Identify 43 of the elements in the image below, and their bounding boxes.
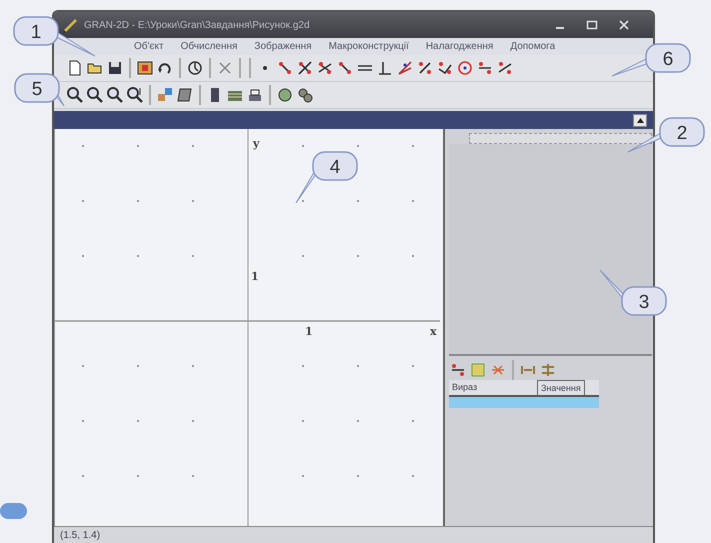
column-header[interactable]: Вираз (449, 380, 537, 395)
maximize-icon[interactable] (585, 18, 599, 32)
line-tool-icon[interactable] (449, 361, 467, 379)
zoom-page-icon[interactable] (126, 86, 144, 104)
callout: 6 (612, 43, 691, 76)
zoom-icon[interactable] (66, 86, 84, 104)
line-tool-icon[interactable] (416, 59, 434, 77)
line-tool-icon[interactable] (496, 59, 514, 77)
perpendicular-icon[interactable] (376, 59, 394, 77)
menu-item[interactable]: Допомога (510, 41, 556, 52)
callout: 5 (14, 73, 64, 106)
line-tool-icon[interactable] (316, 59, 334, 77)
line-tool-icon[interactable] (476, 59, 494, 77)
line-tool-icon[interactable] (276, 59, 294, 77)
caret-icon (636, 118, 644, 122)
window-title: GRAN-2D - E:\Уроки\Gran\Завдання\Рисунок.g2d (84, 20, 311, 30)
scroll-up-button[interactable] (633, 114, 647, 126)
tab-marker-icon (0, 502, 28, 520)
callout: 4 (296, 151, 358, 204)
close-icon[interactable] (617, 18, 631, 32)
menu-item[interactable]: Обчислення (180, 41, 238, 52)
menu-item[interactable]: Макроконструкції (328, 41, 409, 52)
callout: 3 (600, 270, 667, 316)
line-tool-icon[interactable] (436, 59, 454, 77)
axis-label: y (253, 137, 260, 150)
clock-icon[interactable] (186, 59, 204, 77)
axis-label: x (430, 325, 437, 338)
column-header[interactable]: Значення (537, 380, 585, 395)
zoom-icon[interactable] (106, 86, 124, 104)
pencil-icon (62, 17, 78, 33)
tick-label: 1 (305, 325, 313, 338)
circle-tool-icon[interactable] (456, 59, 474, 77)
zoom-icon[interactable] (86, 86, 104, 104)
coordinates-text: (1.5, 1.4) (60, 530, 100, 540)
menu-item[interactable]: Налагодження (426, 41, 494, 52)
menu-item[interactable]: Зображення (254, 41, 312, 52)
tick-label: 1 (251, 270, 259, 283)
menu-item[interactable]: Об'єкт (134, 41, 164, 52)
input-field[interactable] (469, 133, 652, 144)
line-tool-icon[interactable] (296, 59, 314, 77)
line-tool-icon[interactable] (336, 59, 354, 77)
bisector-icon[interactable] (396, 59, 414, 77)
callout: 2 (628, 117, 705, 152)
